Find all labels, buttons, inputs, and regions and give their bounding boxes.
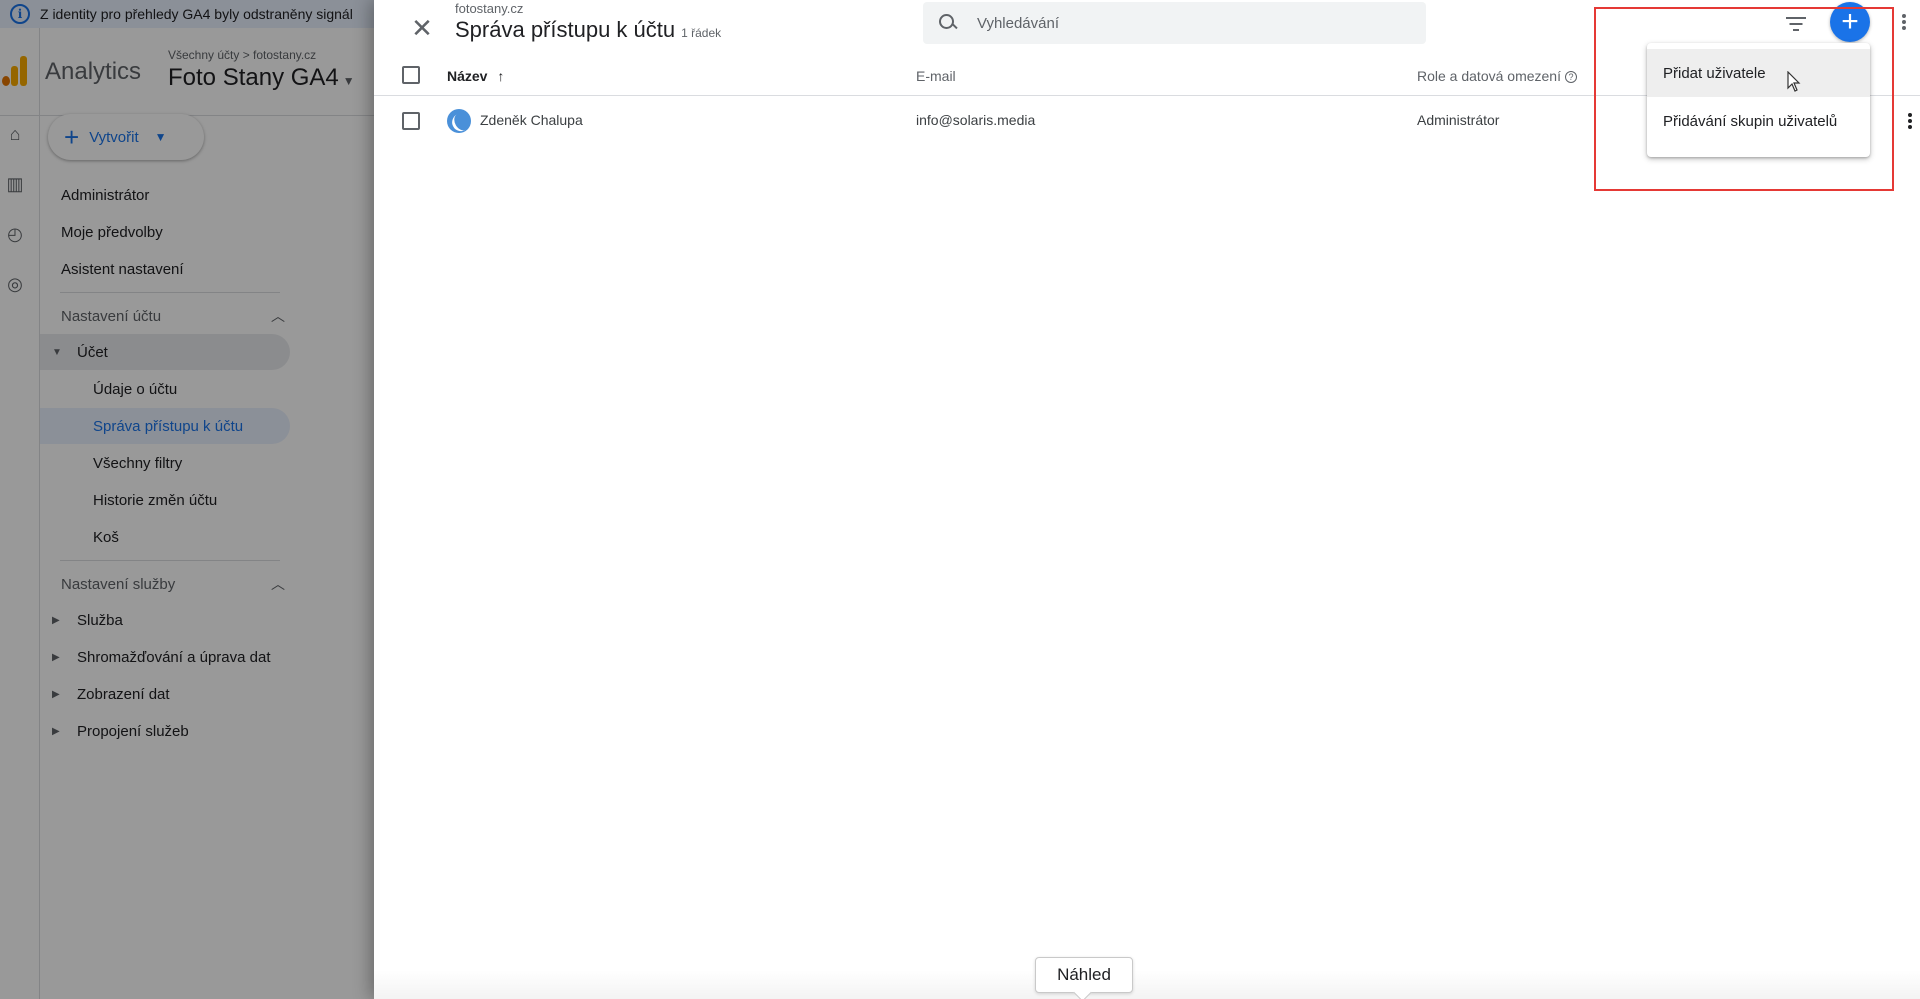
drawer-title: Správa přístupu k účtu 1 řádek	[455, 17, 721, 43]
column-label: Název	[447, 68, 488, 84]
column-header-email[interactable]: E-mail	[916, 68, 956, 84]
user-name: Zdeněk Chalupa	[480, 112, 583, 128]
column-header-role[interactable]: Role a datová omezení?	[1417, 68, 1577, 84]
close-icon[interactable]: ✕	[402, 8, 442, 48]
bottom-fade	[374, 970, 1920, 999]
search-icon	[939, 14, 957, 32]
row-count: 1 řádek	[681, 26, 722, 40]
page-title: Správa přístupu k účtu	[455, 17, 676, 42]
more-vert-icon[interactable]	[1896, 8, 1912, 36]
sort-arrow-up-icon: ↑	[497, 68, 505, 84]
column-header-name[interactable]: Název ↑	[447, 68, 504, 84]
search-input[interactable]	[977, 14, 1397, 32]
preview-tooltip: Náhled	[1035, 957, 1133, 993]
help-icon[interactable]: ?	[1564, 71, 1577, 83]
select-all-checkbox[interactable]	[402, 66, 420, 84]
avatar	[447, 109, 471, 133]
user-role: Administrátor	[1417, 112, 1500, 128]
search-box[interactable]	[923, 2, 1426, 44]
user-email: info@solaris.media	[916, 112, 1036, 128]
drawer-subtitle: fotostany.cz	[455, 1, 524, 16]
annotation-highlight-box	[1594, 7, 1894, 191]
row-more-vert-icon[interactable]	[1902, 109, 1918, 135]
column-label: Role a datová omezení	[1417, 68, 1561, 84]
row-checkbox[interactable]	[402, 112, 420, 130]
